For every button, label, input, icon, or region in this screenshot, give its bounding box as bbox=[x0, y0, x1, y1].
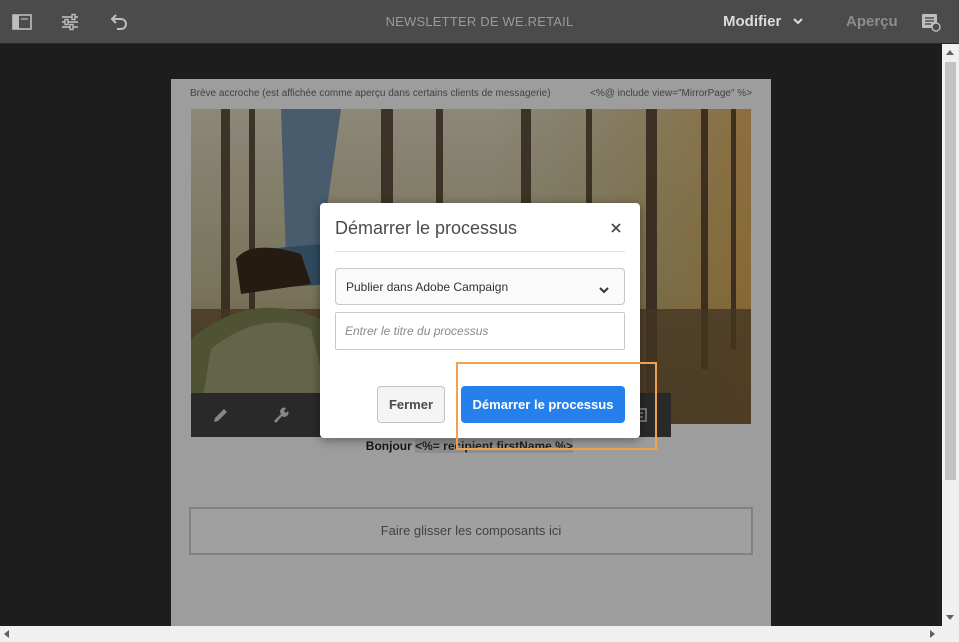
dialog-divider bbox=[335, 251, 625, 252]
horizontal-scrollbar[interactable] bbox=[0, 626, 959, 642]
chevron-down-icon[interactable] bbox=[792, 14, 804, 32]
close-button[interactable]: Fermer bbox=[377, 386, 445, 423]
document-title: NEWSLETTER DE WE.RETAIL bbox=[385, 14, 574, 29]
dialog-title: Démarrer le processus bbox=[335, 218, 518, 238]
page-info-icon[interactable] bbox=[921, 12, 941, 37]
scroll-right-arrow-icon[interactable] bbox=[930, 630, 935, 638]
mode-selector-label[interactable]: Modifier bbox=[723, 13, 781, 30]
vertical-scrollbar[interactable] bbox=[942, 44, 959, 626]
scroll-up-arrow-icon[interactable] bbox=[946, 50, 954, 55]
scroll-down-arrow-icon[interactable] bbox=[946, 615, 954, 620]
editor-toolbar: NEWSLETTER DE WE.RETAIL Modifier Aperçu bbox=[0, 0, 959, 44]
scroll-thumb[interactable] bbox=[945, 62, 956, 480]
preview-button[interactable]: Aperçu bbox=[846, 13, 898, 30]
chevron-down-icon bbox=[598, 282, 610, 300]
close-icon[interactable] bbox=[608, 220, 624, 236]
scroll-left-arrow-icon[interactable] bbox=[4, 630, 9, 638]
workflow-selected-value: Publier dans Adobe Campaign bbox=[346, 280, 509, 294]
workflow-model-select[interactable]: Publier dans Adobe Campaign bbox=[335, 268, 625, 305]
callout-highlight bbox=[456, 362, 657, 450]
workflow-title-input[interactable] bbox=[335, 312, 625, 350]
